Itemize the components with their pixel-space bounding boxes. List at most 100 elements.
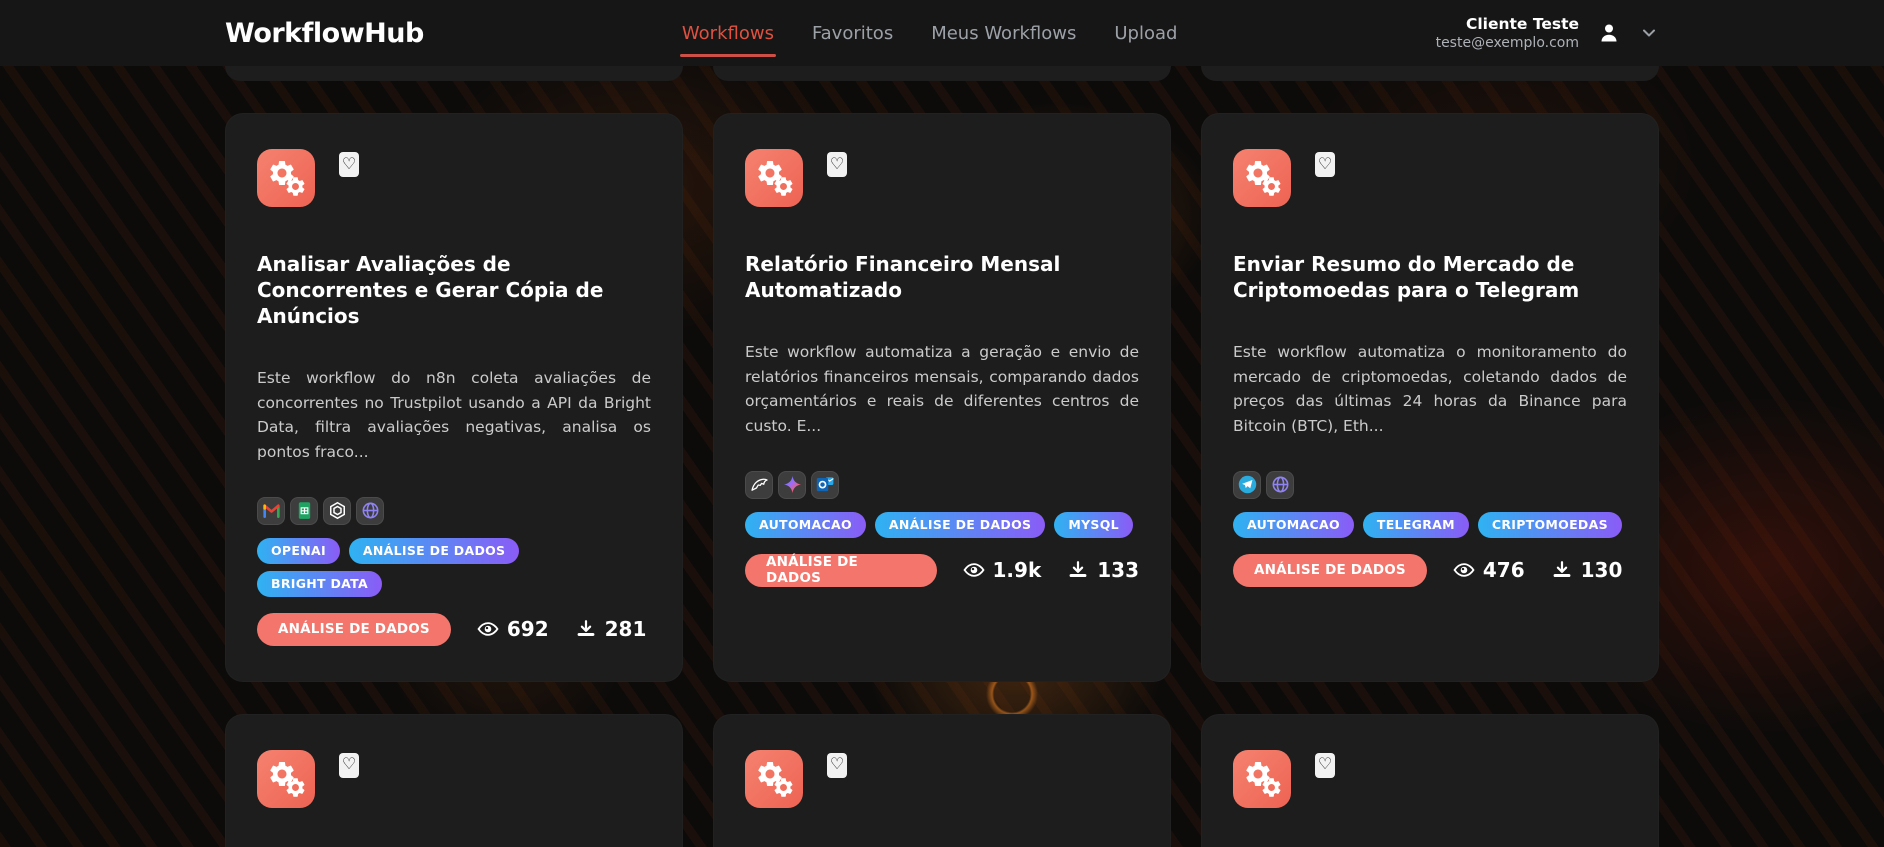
card-top: ♡ (745, 149, 1139, 207)
tag-pill[interactable]: ANÁLISE DE DADOS (874, 511, 1046, 538)
gear-icon (1262, 177, 1281, 196)
nav-item-upload[interactable]: Upload (1114, 23, 1177, 44)
downloads-count: 281 (604, 617, 647, 641)
tag-pill[interactable]: TELEGRAM (1362, 511, 1469, 538)
app-icon-chip (356, 496, 384, 525)
tags-row: AUTOMACAO TELEGRAM CRIPTOMOEDAS (1233, 511, 1622, 538)
workflow-tile (257, 149, 315, 207)
favorite-button[interactable]: ♡ (339, 752, 359, 778)
download-icon (1067, 559, 1089, 581)
tag-pill[interactable]: BRIGHT DATA (257, 570, 383, 597)
favorite-button[interactable]: ♡ (339, 152, 359, 177)
workflow-tile (1233, 149, 1291, 207)
downloads-stat: 130 (1551, 558, 1623, 582)
tags-row: OPENAI ANÁLISE DE DADOS BRIGHT DATA (257, 537, 651, 597)
category-badge[interactable]: ANÁLISE DE DADOS (1233, 553, 1427, 587)
tag-pill[interactable]: AUTOMACAO (1233, 511, 1354, 538)
gemini-icon (782, 474, 803, 495)
card-top: ♡ (1233, 149, 1627, 207)
app-icon-chip (290, 496, 318, 525)
gear-icon (1262, 777, 1281, 797)
tag-pill[interactable]: MYSQL (1054, 511, 1133, 538)
workflow-card-partial[interactable]: ♡ Comparar Preços de Dados... (1201, 713, 1659, 847)
app-icon-chip (1233, 470, 1261, 499)
card-top: ♡ (257, 749, 651, 808)
views-stat: 692 (477, 617, 549, 641)
gmail-icon (261, 500, 282, 521)
app-icon-chip (778, 470, 806, 499)
tag-pill[interactable]: AUTOMACAO (745, 511, 866, 538)
google-sheets-icon (294, 500, 315, 521)
downloads-stat: 281 (575, 617, 647, 641)
card-description: Este workflow do n8n coleta avaliações d… (257, 369, 651, 461)
favorite-button[interactable]: ♡ (827, 152, 847, 177)
heart-icon: ♡ (829, 155, 845, 173)
card-title: Analisar Avaliações de Concorrentes e Ge… (257, 252, 604, 328)
app-icons-row (1233, 470, 1294, 499)
gear-icon (286, 177, 305, 196)
card-top: ♡ (1233, 749, 1627, 808)
user-menu[interactable]: Cliente Teste teste@exemplo.com (1436, 14, 1659, 52)
card-bottom-sliver (1201, 66, 1659, 81)
page: WorkflowHub Workflows Favoritos Meus Workf… (0, 0, 1884, 847)
workflow-card[interactable]: ♡ Analisar Avaliações de Concorrentes e … (225, 113, 683, 682)
card-title: Enviar Resumo do Mercado de Criptomoedas… (1233, 252, 1580, 302)
tag-pill[interactable]: OPENAI (257, 537, 340, 564)
downloads-count: 130 (1580, 558, 1623, 582)
user-email: teste@exemplo.com (1435, 35, 1579, 51)
tag-pill[interactable]: CRIPTOMOEDAS (1477, 511, 1622, 538)
workflow-tile (745, 149, 803, 207)
card-description: Este workflow automatiza a geração e env… (745, 343, 1139, 435)
workflow-tile (745, 749, 803, 808)
favorite-button[interactable]: ♡ (1315, 752, 1335, 778)
workflow-card[interactable]: ♡ Relatório Financeiro Mensal Automatiza… (713, 113, 1171, 682)
category-badge[interactable]: ANÁLISE DE DADOS (257, 612, 451, 646)
previous-row-card-bottoms (225, 66, 1659, 81)
heart-icon: ♡ (341, 155, 357, 173)
card-top: ♡ (745, 749, 1139, 808)
globe-icon (360, 500, 381, 521)
workflow-card-partial[interactable]: ♡ Criar Servidor MCP... (713, 713, 1171, 847)
workflow-card[interactable]: ♡ Enviar Resumo do Mercado de Criptomoed… (1201, 113, 1659, 682)
workflow-tile (1233, 749, 1291, 808)
nav-item-meus-workflows[interactable]: Meus Workflows (931, 23, 1076, 44)
tags-row: AUTOMACAO ANÁLISE DE DADOS MYSQL (745, 511, 1133, 538)
downloads-count: 133 (1097, 558, 1139, 582)
nav-item-favoritos[interactable]: Favoritos (812, 23, 893, 44)
mysql-icon (749, 474, 770, 495)
workflow-card-partial[interactable]: ♡ Análise de Reviews e... (225, 713, 683, 847)
heart-icon: ♡ (341, 756, 357, 773)
chevron-down-icon[interactable] (1639, 23, 1659, 43)
category-badge[interactable]: ANÁLISE DE DADOS (745, 553, 937, 587)
openai-icon (327, 500, 348, 521)
app-icons-row (745, 470, 839, 499)
workflow-cards-grid: ♡ Analisar Avaliações de Concorrentes e … (225, 113, 1659, 682)
download-icon (1551, 559, 1573, 581)
app-icon-chip (811, 470, 839, 499)
views-count: 476 (1482, 558, 1525, 582)
workflow-cards-grid-next-row: ♡ Análise de Reviews e... ♡ Criar Servid… (225, 713, 1659, 847)
tag-pill[interactable]: ANÁLISE DE DADOS (348, 537, 520, 564)
views-count: 1.9k (992, 558, 1042, 582)
card-footer: ANÁLISE DE DADOS 476 130 (1233, 553, 1623, 587)
telegram-icon (1237, 474, 1258, 495)
user-icon[interactable] (1597, 21, 1621, 45)
app-logo: WorkflowHub (225, 17, 424, 49)
downloads-stat: 133 (1067, 558, 1139, 582)
app-icon-chip (257, 496, 285, 525)
eye-icon (1453, 559, 1475, 581)
user-info: Cliente Teste teste@exemplo.com (1436, 14, 1579, 52)
views-count: 692 (506, 617, 549, 641)
main-nav: Workflows Favoritos Meus Workflows Upload (679, 23, 1177, 57)
app-icon-chip (745, 470, 773, 499)
card-bottom-sliver (713, 66, 1171, 81)
workflow-tile (257, 749, 315, 808)
favorite-button[interactable]: ♡ (1315, 152, 1335, 177)
workflow-list: ♡ Analisar Avaliações de Concorrentes e … (225, 66, 1659, 847)
header: WorkflowHub Workflows Favoritos Meus Workf… (0, 0, 1884, 66)
nav-item-workflows[interactable]: Workflows (679, 23, 776, 57)
card-footer: ANÁLISE DE DADOS 1.9k 133 (745, 553, 1139, 587)
views-stat: 476 (1453, 558, 1525, 582)
favorite-button[interactable]: ♡ (827, 752, 847, 778)
card-footer: ANÁLISE DE DADOS 692 281 (257, 612, 647, 646)
